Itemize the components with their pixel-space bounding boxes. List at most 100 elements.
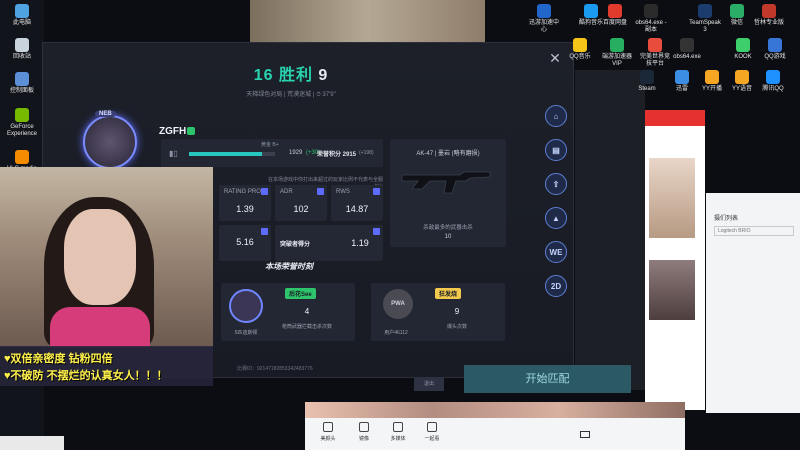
stat-value: 1.39 xyxy=(236,204,254,214)
desktop-icon-label: 此电脑 xyxy=(12,20,31,26)
desktop-icon[interactable]: 回收站 xyxy=(2,38,42,61)
toolbar-item[interactable]: 一起看 xyxy=(417,422,447,442)
stat-value: 1.19 xyxy=(351,238,369,248)
camera-list-item[interactable]: Logitech BRIO xyxy=(714,226,794,236)
browser-thumbnail[interactable] xyxy=(649,260,695,320)
avatar[interactable] xyxy=(83,115,137,169)
desktop-icon[interactable]: 完美世界竞技平台 xyxy=(638,38,672,68)
rifle-icon xyxy=(401,171,491,194)
stat-value: 14.87 xyxy=(345,204,369,214)
camera-list-title: 摄们列表 xyxy=(714,216,739,222)
app-icon xyxy=(730,4,744,18)
desktop-icon[interactable]: GeForce Experience xyxy=(2,108,42,138)
honor-desc: 枪筒武器拦截击杀次数 xyxy=(281,324,332,330)
app-icon xyxy=(698,4,712,18)
flag-icon xyxy=(317,188,324,195)
background-window xyxy=(575,70,645,390)
nav-calendar-icon[interactable]: ▤ xyxy=(545,139,567,161)
app-icon xyxy=(680,38,694,52)
video-strip xyxy=(305,402,685,418)
desktop-icon[interactable]: 此电脑 xyxy=(2,4,42,27)
toolbar-item[interactable]: 多媒体 xyxy=(383,422,413,442)
app-icon xyxy=(15,108,29,122)
camera-list-panel: 摄们列表 Logitech BRIO xyxy=(706,193,800,413)
nav-mountain-icon[interactable]: ▲ xyxy=(545,207,567,229)
honor-value: 9 xyxy=(454,307,460,316)
honor-card[interactable]: PWA 用户46112 狂发烧 9 爆头次数 xyxy=(371,283,505,341)
desktop-icon[interactable]: QQ游戏 xyxy=(758,38,792,61)
desktop-icon[interactable]: TeamSpeak 3 xyxy=(688,4,722,34)
honor-badge: 狂发烧 xyxy=(435,288,462,299)
score-header: 16 胜利 9 天梯绿色对局 | 荒漠迷城 | ⏱ 37'9" xyxy=(43,61,539,99)
app-icon xyxy=(735,70,749,84)
caption-line-1: ♥双倍亲密度 钻粉四倍 xyxy=(4,353,113,365)
toolbar-item-label: 多媒体 xyxy=(390,436,406,442)
desktop-icon[interactable]: obs64.exe - 副本 xyxy=(634,4,668,34)
exit-button[interactable]: 退出 xyxy=(414,377,444,391)
desktop-icon[interactable]: QQ音乐 xyxy=(563,38,597,61)
tool-icon xyxy=(359,422,369,432)
app-icon xyxy=(537,4,551,18)
stat-box: ADR 102 xyxy=(275,185,327,221)
stat-box: 突破者得分 1.19 xyxy=(275,225,383,261)
desktop-icon[interactable]: YY语音 xyxy=(725,70,759,93)
toolbar-item[interactable]: 镜像 xyxy=(349,422,379,442)
stream-toolbar: 美颜头 镜像 多媒体 一起看 xyxy=(305,418,685,450)
desktop-icon[interactable]: 迅雷 xyxy=(665,70,699,93)
honor-player-name: 5匹迪斯顿 xyxy=(234,330,258,336)
desktop-icon-label: 控制面板 xyxy=(9,88,34,94)
weapon-name: AK-47 | 墨岩 (略有磨损) xyxy=(416,151,480,157)
app-icon xyxy=(573,38,587,52)
honor-value: 4 xyxy=(304,307,310,316)
tool-icon xyxy=(393,422,403,432)
flag-icon xyxy=(261,228,268,235)
desktop-icon-label: 微信 xyxy=(730,20,743,26)
start-match-button[interactable]: 开始匹配 xyxy=(464,365,631,393)
desktop-icon[interactable]: 端游加速器VIP xyxy=(600,38,634,68)
honor-card[interactable]: 5匹迪斯顿 后花See 4 枪筒武器拦截击杀次数 xyxy=(221,283,355,341)
browser-thumbnail[interactable] xyxy=(649,158,695,238)
stat-box: RATING PRO 1.39 xyxy=(219,185,271,221)
desktop-icon[interactable]: YY开播 xyxy=(695,70,729,93)
desktop-icon-label: 迅游加速中心 xyxy=(528,20,559,33)
app-icon xyxy=(675,70,689,84)
wallpaper-photo xyxy=(250,0,485,42)
desktop-icon-label: GeForce Experience xyxy=(6,124,38,137)
desktop-icon[interactable]: 哲林专业版 xyxy=(752,4,786,27)
app-icon xyxy=(15,38,29,52)
desktop-icon[interactable]: 微信 xyxy=(720,4,754,27)
elo-badge: 黄金 B+ xyxy=(261,142,279,148)
app-icon xyxy=(762,4,776,18)
app-icon xyxy=(15,4,29,18)
elo-progress-fill xyxy=(189,152,263,156)
desktop-icon[interactable]: Steam xyxy=(630,70,664,93)
nav-2d-icon[interactable]: 2D xyxy=(545,275,567,297)
app-icon xyxy=(15,72,29,86)
desktop-icon-label: YY开播 xyxy=(701,86,722,92)
flag-icon xyxy=(373,188,380,195)
desktop-icon[interactable]: 百度网盘 xyxy=(598,4,632,27)
win-word: 胜利 xyxy=(278,67,313,84)
desktop-icon-label: KOOK xyxy=(734,54,752,60)
honor-title: 本场荣誉时刻 xyxy=(265,262,313,271)
desktop-icon[interactable]: 控制面板 xyxy=(2,72,42,95)
desktop-icon-label: 回收站 xyxy=(12,54,31,60)
toolbar-item[interactable]: 美颜头 xyxy=(313,422,343,442)
nav-home-icon[interactable]: ⌂ xyxy=(545,105,567,127)
stat-box: 5.16 xyxy=(219,225,271,261)
desktop-icon[interactable]: obs64.exe xyxy=(670,38,704,61)
desktop-icon-label: YY语音 xyxy=(731,86,752,92)
flag-icon xyxy=(261,188,268,195)
desktop-icon[interactable]: 迅游加速中心 xyxy=(527,4,561,34)
close-icon[interactable]: ✕ xyxy=(548,51,562,65)
desktop-icon[interactable]: 腾讯QQ xyxy=(756,70,790,93)
stream-caption: ♥双倍亲密度 钻粉四倍 ♥不破防 不摆烂的认真女人！！！ xyxy=(0,346,213,386)
browser-window[interactable] xyxy=(645,110,705,410)
nav-we-icon[interactable]: WE xyxy=(545,241,567,263)
desktop-icon-label: 腾讯QQ xyxy=(762,86,784,92)
tool-icon xyxy=(427,422,437,432)
nav-upload-icon[interactable]: ⇧ xyxy=(545,173,567,195)
camera-icon[interactable] xyxy=(580,431,590,438)
desktop-icon-label: QQ音乐 xyxy=(569,54,591,60)
desktop-icon[interactable]: KOOK xyxy=(726,38,760,61)
